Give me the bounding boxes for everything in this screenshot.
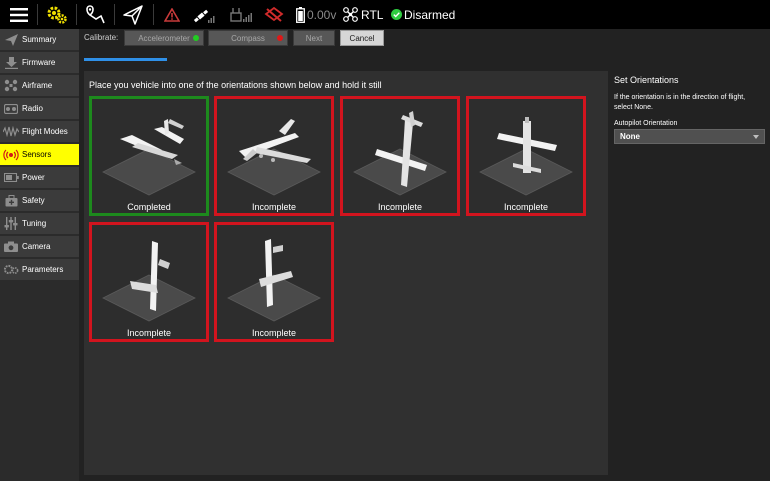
accelerometer-button-label: Accelerometer [138, 33, 190, 43]
sidebar-item-airframe[interactable]: Airframe [0, 75, 79, 96]
sidebar-item-camera[interactable]: Camera [0, 236, 79, 257]
sidebar-item-summary[interactable]: Summary [0, 29, 79, 50]
battery-icon[interactable] [294, 0, 306, 29]
cancel-button[interactable]: Cancel [340, 30, 384, 46]
sidebar-item-radio[interactable]: Radio [0, 98, 79, 119]
aircraft-level-image [102, 119, 196, 196]
top-toolbar: 0.00v RTL Disarmed [0, 0, 770, 29]
battery-icon [0, 167, 22, 188]
tile-status: Incomplete [251, 328, 297, 338]
sidebar-item-sensors[interactable]: Sensors [0, 144, 79, 165]
settings-gears-icon[interactable] [44, 0, 70, 29]
sidebar-item-label: Summary [22, 35, 57, 44]
sidebar-item-firmware[interactable]: Firmware [0, 52, 79, 73]
calibration-progress-bar [84, 58, 167, 61]
aircraft-right-down-image [227, 239, 321, 322]
orientation-tile-left-down: Incomplete [89, 222, 209, 342]
flight-mode-icon[interactable] [342, 0, 358, 29]
compass-status-dot [277, 35, 283, 41]
sidebar-item-label: Parameters [22, 265, 64, 274]
sidebar-item-flight-modes[interactable]: Flight Modes [0, 121, 79, 142]
telemetry-rssi-icon[interactable] [262, 0, 286, 29]
fly-paper-plane-icon[interactable] [120, 0, 146, 29]
sidebar-item-label: Power [22, 173, 45, 182]
aircraft-nose-up-image [479, 117, 573, 196]
orientation-tile-nose-down: Incomplete [340, 96, 460, 216]
autopilot-orientation-select[interactable]: None [614, 129, 765, 144]
instruction-text: Place you vehicle into one of the orient… [89, 80, 382, 90]
gears-icon [0, 259, 22, 280]
aircraft-upside-down-image [227, 119, 321, 196]
sidebar-item-label: Flight Modes [22, 127, 68, 136]
orientation-tile-upside-down: Incomplete [214, 96, 334, 216]
waveform-icon [0, 121, 22, 142]
armed-check-icon[interactable] [390, 0, 402, 29]
sidebar-item-label: Radio [22, 104, 43, 113]
orientation-tile-level: Completed [89, 96, 209, 216]
set-orientations-title: Set Orientations [614, 75, 679, 85]
sidebar-item-label: Safety [22, 196, 45, 205]
radio-icon [0, 98, 22, 119]
tile-status: Incomplete [251, 202, 297, 212]
gps-satellite-icon[interactable] [192, 0, 218, 29]
rc-rssi-icon[interactable] [228, 0, 254, 29]
camera-icon [0, 236, 22, 257]
aircraft-nose-down-image [353, 111, 447, 196]
orientation-panel: Place you vehicle into one of the orient… [84, 71, 608, 475]
tile-status: Completed [127, 202, 171, 212]
next-button[interactable]: Next [293, 30, 335, 46]
arm-status[interactable]: Disarmed [404, 0, 456, 29]
sidebar-item-safety[interactable]: Safety [0, 190, 79, 211]
paper-plane-icon [0, 29, 22, 50]
battery-voltage: 0.00v [307, 7, 337, 22]
sidebar-item-power[interactable]: Power [0, 167, 79, 188]
warning-icon[interactable] [162, 0, 182, 29]
sensors-icon [0, 144, 22, 165]
sidebar-item-label: Firmware [22, 58, 56, 67]
orientation-help-text: If the orientation is in the direction o… [614, 94, 746, 111]
tile-status: Incomplete [377, 202, 423, 212]
setup-sidebar: Summary Firmware Airframe Radio Flight M… [0, 29, 79, 481]
sidebar-item-label: Sensors [22, 150, 52, 159]
safety-icon [0, 190, 22, 211]
autopilot-orientation-label: Autopilot Orientation [614, 120, 678, 127]
menu-icon[interactable] [6, 0, 32, 29]
accelerometer-button[interactable]: Accelerometer [124, 30, 204, 46]
orientation-tile-nose-up: Incomplete [466, 96, 586, 216]
orientation-tile-right-down: Incomplete [214, 222, 334, 342]
compass-button[interactable]: Compass [208, 30, 288, 46]
sidebar-item-label: Airframe [22, 81, 53, 90]
accelerometer-status-dot [193, 35, 199, 41]
sidebar-item-parameters[interactable]: Parameters [0, 259, 79, 280]
autopilot-orientation-value: None [620, 132, 640, 141]
sliders-icon [0, 213, 22, 234]
chevron-down-icon [753, 135, 759, 139]
tile-status: Incomplete [126, 328, 172, 338]
sidebar-item-tuning[interactable]: Tuning [0, 213, 79, 234]
download-icon [0, 52, 22, 73]
plan-route-icon[interactable] [82, 0, 108, 29]
sidebar-item-label: Tuning [22, 219, 47, 228]
calibrate-label: Calibrate: [84, 33, 119, 42]
compass-button-label: Compass [231, 33, 265, 43]
tile-status: Incomplete [503, 202, 549, 212]
flight-mode-label[interactable]: RTL [361, 0, 383, 29]
airframe-icon [0, 75, 22, 96]
aircraft-left-down-image [102, 241, 196, 322]
sidebar-item-label: Camera [22, 242, 51, 251]
